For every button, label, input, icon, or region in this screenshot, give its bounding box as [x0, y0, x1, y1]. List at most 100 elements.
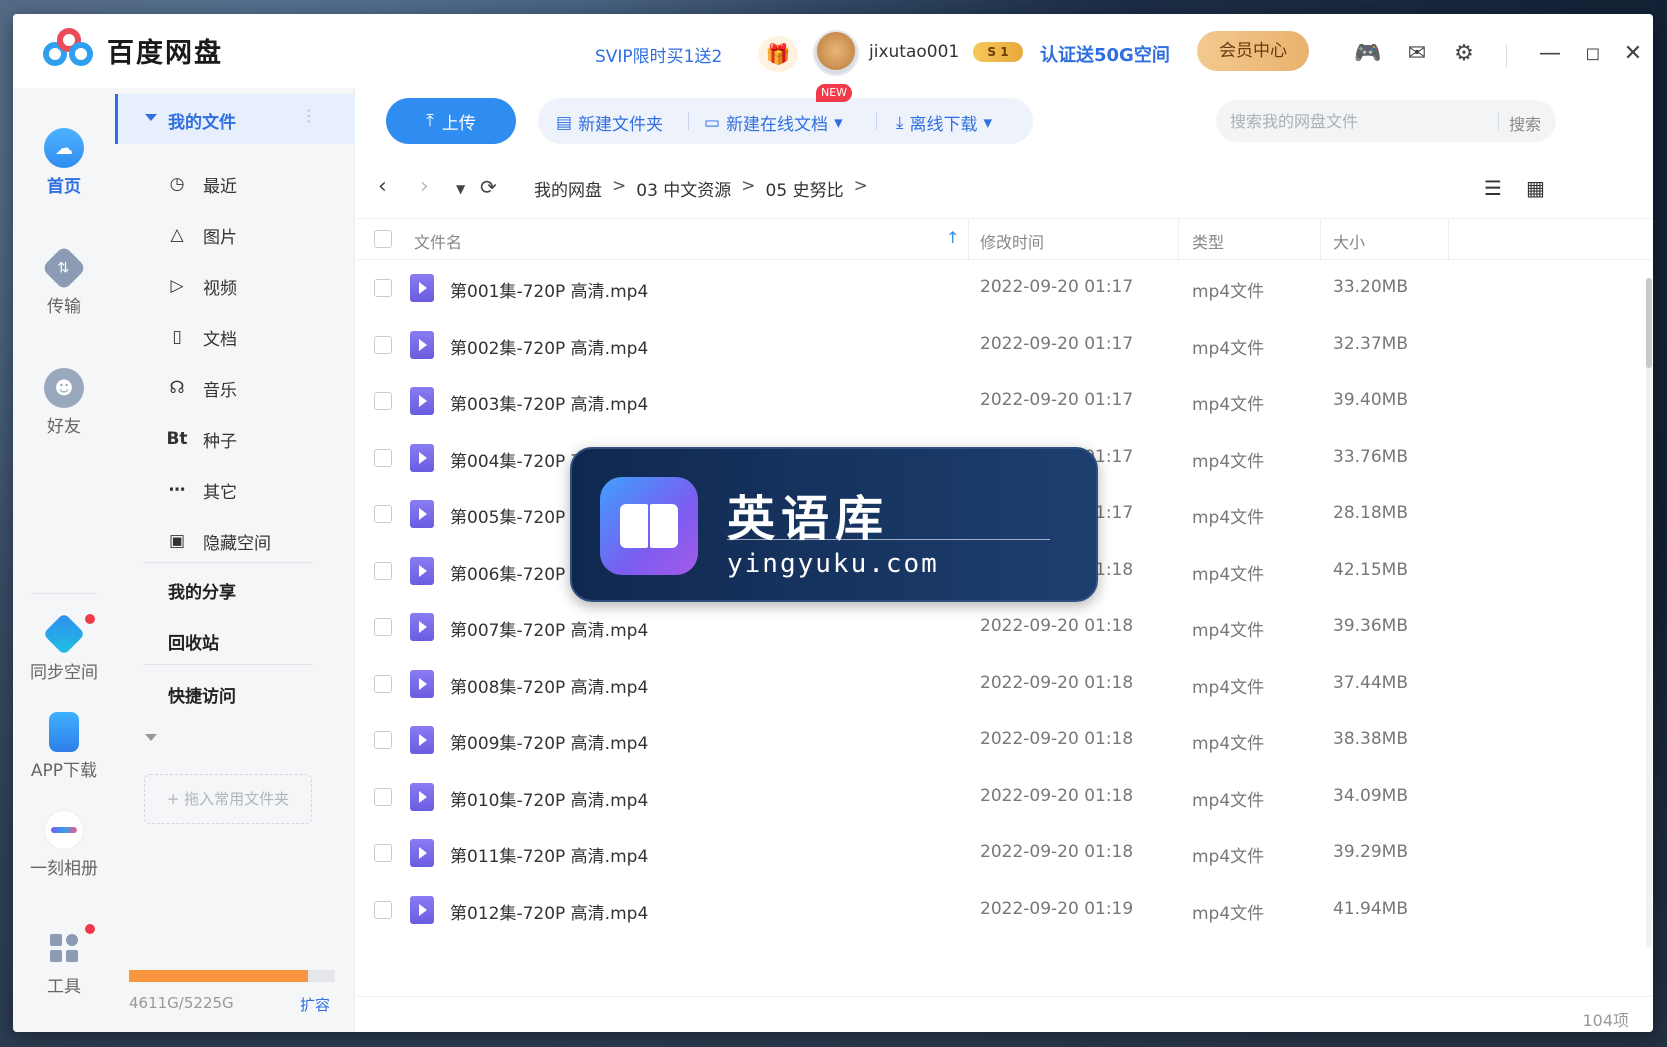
col-header-modified[interactable]: 修改时间 [980, 229, 1044, 253]
row-checkbox[interactable] [374, 618, 392, 636]
table-row[interactable]: 第002集-720P 高清.mp4 2022-09-20 01:17 mp4文件 32… [356, 317, 1653, 373]
file-name[interactable]: 第008集-720P 高清.mp4 [450, 673, 648, 698]
file-name[interactable]: 第001集-720P 高清.mp4 [450, 277, 648, 302]
tree-item-recent[interactable]: ◷ 最近 [165, 172, 237, 197]
search-input[interactable] [1216, 100, 1486, 142]
watermark-url: yingyuku.com [727, 549, 939, 579]
search-button[interactable]: 搜索 [1509, 111, 1541, 135]
select-all-checkbox[interactable] [374, 230, 392, 248]
row-checkbox[interactable] [374, 448, 392, 467]
new-online-doc-button[interactable]: ▭ 新建在线文档 ▾ [704, 110, 843, 136]
tree-item-music[interactable]: ☊ 音乐 [165, 376, 237, 401]
new-online-doc-label: 新建在线文档 [726, 115, 829, 135]
table-row[interactable]: 第008集-720P 高清.mp4 2022-09-20 01:18 mp4文件 37… [356, 656, 1653, 712]
row-checkbox[interactable] [374, 900, 392, 919]
file-name[interactable]: 第010集-720P 高清.mp4 [450, 786, 648, 811]
tree-item-hidden-space[interactable]: ▣ 隐藏空间 [165, 529, 271, 554]
col-header-type[interactable]: 类型 [1192, 229, 1224, 253]
avatar[interactable] [813, 30, 859, 76]
breadcrumb-item[interactable]: 05 史努比 [766, 176, 844, 201]
history-dropdown-icon[interactable]: ▼ [456, 182, 465, 196]
tree-item-other[interactable]: ⋯ 其它 [165, 478, 238, 503]
file-name[interactable]: 第009集-720P 高清.mp4 [450, 729, 648, 754]
caret-down-icon[interactable] [145, 114, 157, 121]
row-checkbox[interactable] [374, 279, 392, 297]
gift-icon[interactable]: 🎁 [758, 36, 798, 72]
forward-icon[interactable]: › [420, 174, 429, 199]
close-icon[interactable]: ✕ [1618, 38, 1648, 68]
row-checkbox[interactable] [374, 731, 392, 749]
table-row[interactable]: 第012集-720P 高清.mp4 2022-09-20 01:19 mp4文件 41… [356, 882, 1653, 938]
nav-friends[interactable]: ☻ 好友 [13, 368, 115, 437]
settings-icon[interactable]: ⚙ [1449, 38, 1479, 68]
table-row[interactable]: 第009集-720P 高清.mp4 2022-09-20 01:18 mp4文件 38… [356, 712, 1653, 768]
file-modified: 2022-09-20 01:18 [980, 842, 1134, 862]
notification-dot [85, 614, 95, 624]
scroll-thumb[interactable] [1646, 278, 1652, 368]
file-name[interactable]: 第012集-720P 高清.mp4 [450, 899, 648, 924]
svip-promo-link[interactable]: SVIP限时买1送2 [595, 42, 722, 67]
tree-item-images[interactable]: △ 图片 [165, 223, 237, 248]
col-header-name[interactable]: 文件名 [414, 229, 462, 253]
table-row[interactable]: 第003集-720P 高清.mp4 2022-09-20 01:17 mp4文件 39… [356, 373, 1653, 429]
offline-download-button[interactable]: ⤓ 离线下载 ▾ [896, 110, 992, 136]
game-controller-icon[interactable]: 🎮 [1353, 38, 1383, 68]
col-header-size[interactable]: 大小 [1333, 229, 1365, 253]
breadcrumb-item[interactable]: 03 中文资源 [636, 176, 731, 201]
notification-dot [85, 924, 95, 934]
nav-tools[interactable]: 工具 [13, 924, 115, 997]
caret-down-icon[interactable] [145, 734, 157, 741]
nav-album[interactable]: 一刻相册 [13, 810, 115, 879]
sort-list-icon[interactable]: ☰ [1484, 176, 1502, 200]
cert-promo-link[interactable]: 认证送50G空间 [1040, 41, 1170, 67]
tree-item-docs[interactable]: ▯ 文档 [165, 325, 237, 350]
nav-transfer[interactable]: ⇅ 传输 [13, 245, 115, 317]
tree-item-torrents[interactable]: Bt 种子 [165, 427, 237, 452]
nav-app-download[interactable]: APP下载 [13, 712, 115, 781]
tree-quick-access[interactable]: 快捷访问 [168, 682, 236, 707]
drop-folder-zone[interactable]: + 拖入常用文件夹 [144, 774, 312, 824]
file-name[interactable]: 第002集-720P 高清.mp4 [450, 334, 648, 359]
mail-icon[interactable]: ✉ [1402, 38, 1432, 68]
file-name[interactable]: 第011集-720P 高清.mp4 [450, 842, 648, 867]
maximize-icon[interactable]: ◻ [1578, 38, 1608, 68]
row-checkbox[interactable] [374, 844, 392, 862]
table-row[interactable]: 第001集-720P 高清.mp4 2022-09-20 01:17 mp4文件 33… [356, 260, 1653, 316]
breadcrumb-item[interactable]: 我的网盘 [534, 176, 602, 201]
toolbar-group: ▤ 新建文件夹 ▭ 新建在线文档 ▾ NEW ⤓ 离线下载 ▾ [538, 84, 1033, 144]
minimize-icon[interactable]: — [1535, 38, 1565, 68]
back-icon[interactable]: ‹ [378, 174, 387, 199]
row-checkbox[interactable] [374, 392, 392, 410]
row-checkbox[interactable] [374, 505, 392, 523]
refresh-icon[interactable]: ⟳ [480, 175, 497, 199]
nav-label: 传输 [47, 297, 81, 317]
tree-my-files[interactable]: 我的文件 ⋮ [115, 94, 355, 144]
breadcrumb-separator-icon[interactable]: > [854, 176, 868, 201]
row-checkbox[interactable] [374, 787, 392, 806]
upload-button[interactable]: ⤒ 上传 [386, 98, 516, 144]
more-vertical-icon[interactable]: ⋮ [301, 106, 317, 125]
row-checkbox[interactable] [374, 561, 392, 580]
tree-recycle-bin[interactable]: 回收站 [168, 629, 219, 654]
table-row[interactable]: 第011集-720P 高清.mp4 2022-09-20 01:18 mp4文件 39… [356, 825, 1653, 881]
new-folder-button[interactable]: ▤ 新建文件夹 [556, 110, 663, 136]
file-name[interactable]: 第007集-720P 高清.mp4 [450, 616, 648, 641]
tree-item-label: 其它 [203, 482, 237, 503]
row-checkbox[interactable] [374, 335, 392, 354]
expand-storage-link[interactable]: 扩容 [300, 994, 330, 1015]
table-row[interactable]: 第007集-720P 高清.mp4 2022-09-20 01:18 mp4文件 39… [356, 599, 1653, 655]
tree-item-videos[interactable]: ▷ 视频 [165, 274, 237, 299]
member-center-button[interactable]: 会员中心 [1197, 31, 1309, 71]
scrollbar[interactable] [1646, 278, 1652, 948]
nav-home[interactable]: ☁ 首页 [13, 128, 115, 197]
nav-sync-space[interactable]: 同步空间 [13, 612, 115, 683]
table-row[interactable]: 第010集-720P 高清.mp4 2022-09-20 01:18 mp4文件 34… [356, 769, 1653, 825]
nav-label: 工具 [47, 977, 81, 997]
sort-ascending-icon[interactable]: ↑ [946, 228, 959, 247]
breadcrumb: 我的网盘 > 03 中文资源 > 05 史努比 > [534, 176, 868, 201]
row-checkbox[interactable] [374, 674, 392, 693]
file-name[interactable]: 第003集-720P 高清.mp4 [450, 390, 648, 415]
username[interactable]: jixutao001 [869, 42, 959, 62]
tree-my-share[interactable]: 我的分享 [168, 578, 236, 603]
grid-view-icon[interactable]: ▦ [1526, 176, 1545, 200]
